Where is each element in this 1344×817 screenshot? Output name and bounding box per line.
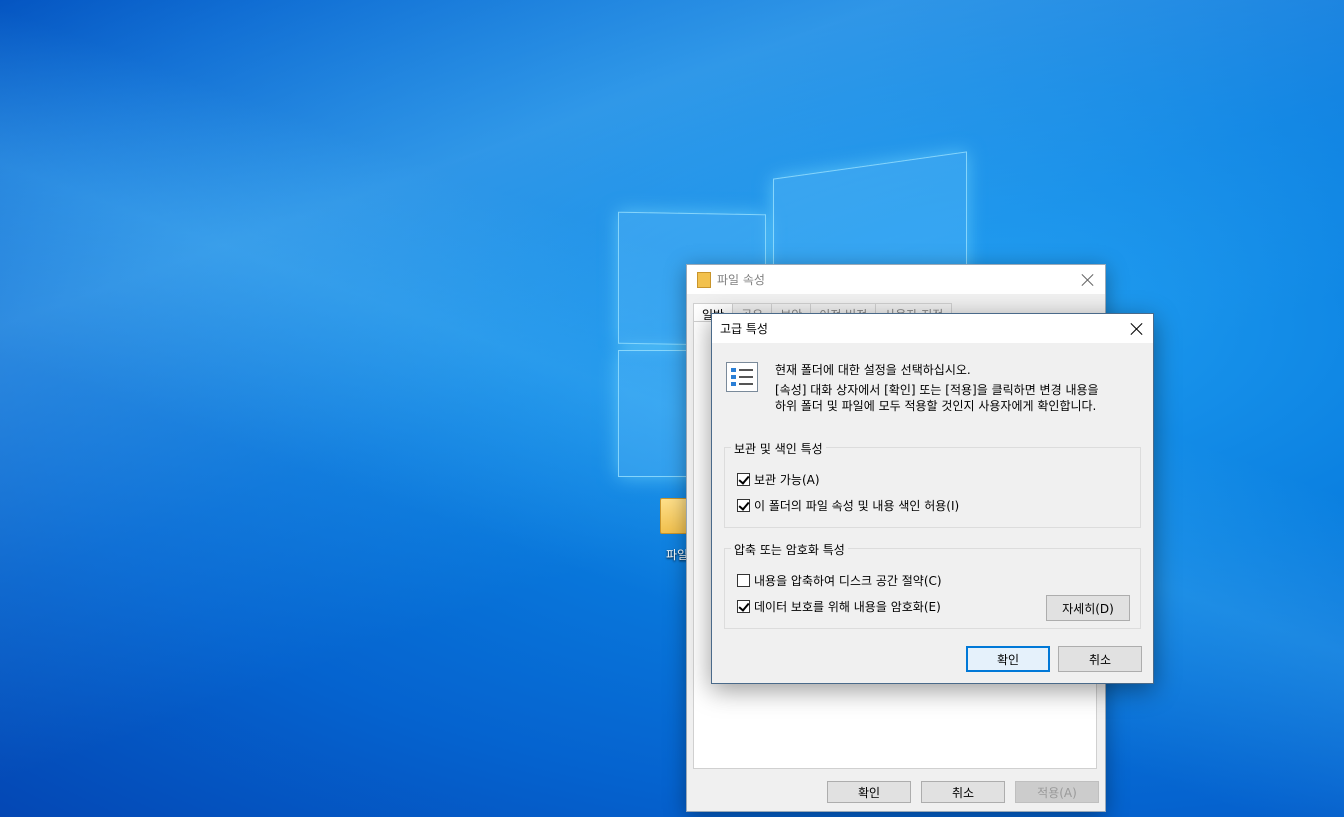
compress-checkbox[interactable] bbox=[737, 574, 750, 587]
props-apply-button[interactable]: 적용(A) bbox=[1015, 781, 1099, 803]
close-icon[interactable] bbox=[1081, 273, 1095, 287]
adv-ok-button[interactable]: 확인 bbox=[966, 646, 1050, 672]
advanced-attributes-dialog: 고급 특성 현재 폴더에 대한 설정을 선택하십시오. [속성] 대화 상자에서… bbox=[711, 313, 1154, 684]
props-button-row: 확인 취소 적용(A) bbox=[827, 781, 1099, 803]
props-cancel-button[interactable]: 취소 bbox=[921, 781, 1005, 803]
folder-icon bbox=[697, 271, 711, 288]
encrypt-checkbox-row[interactable]: 데이터 보호를 위해 내용을 암호화(E) bbox=[737, 598, 941, 615]
archive-index-group: 보관 및 색인 특성 보관 가능(A) 이 폴더의 파일 속성 및 내용 색인 … bbox=[724, 440, 1141, 528]
index-checkbox[interactable] bbox=[737, 499, 750, 512]
intro-description: [속성] 대화 상자에서 [확인] 또는 [적용]을 클릭하면 변경 내용을 하… bbox=[775, 382, 1099, 414]
compress-encrypt-group: 압축 또는 암호화 특성 내용을 압축하여 디스크 공간 절약(C) 데이터 보… bbox=[724, 541, 1141, 629]
encrypt-label: 데이터 보호를 위해 내용을 암호화(E) bbox=[754, 600, 941, 614]
group-legend: 압축 또는 암호화 특성 bbox=[731, 541, 848, 558]
folder-icon bbox=[660, 498, 688, 534]
adv-title-bar: 고급 특성 bbox=[712, 314, 1153, 343]
encrypt-checkbox[interactable] bbox=[737, 600, 750, 613]
intro-text: 현재 폴더에 대한 설정을 선택하십시오. bbox=[775, 363, 971, 377]
archive-label: 보관 가능(A) bbox=[754, 473, 820, 487]
props-title-bar: 파일 속성 bbox=[687, 265, 1105, 294]
adv-button-row: 확인 취소 bbox=[966, 646, 1142, 672]
group-legend: 보관 및 색인 특성 bbox=[731, 440, 826, 457]
compress-label: 내용을 압축하여 디스크 공간 절약(C) bbox=[754, 574, 942, 588]
desktop-folder-icon[interactable]: 파일 bbox=[660, 498, 688, 562]
checklist-icon bbox=[726, 362, 758, 392]
index-label: 이 폴더의 파일 속성 및 내용 색인 허용(I) bbox=[754, 499, 960, 513]
adv-title: 고급 특성 bbox=[720, 322, 768, 336]
props-title: 파일 속성 bbox=[717, 273, 765, 287]
intro-description-line2: 하위 폴더 및 파일에 모두 적용할 것인지 사용자에게 확인합니다. bbox=[775, 399, 1097, 413]
props-ok-button[interactable]: 확인 bbox=[827, 781, 911, 803]
index-checkbox-row[interactable]: 이 폴더의 파일 속성 및 내용 색인 허용(I) bbox=[737, 497, 959, 514]
compress-checkbox-row[interactable]: 내용을 압축하여 디스크 공간 절약(C) bbox=[737, 572, 942, 589]
close-icon[interactable] bbox=[1130, 322, 1144, 336]
desktop-icon-label: 파일 bbox=[666, 548, 689, 562]
archive-checkbox[interactable] bbox=[737, 473, 750, 486]
intro-description-line1: [속성] 대화 상자에서 [확인] 또는 [적용]을 클릭하면 변경 내용을 bbox=[775, 383, 1099, 397]
adv-cancel-button[interactable]: 취소 bbox=[1058, 646, 1142, 672]
archive-checkbox-row[interactable]: 보관 가능(A) bbox=[737, 471, 820, 488]
details-button[interactable]: 자세히(D) bbox=[1046, 595, 1130, 621]
